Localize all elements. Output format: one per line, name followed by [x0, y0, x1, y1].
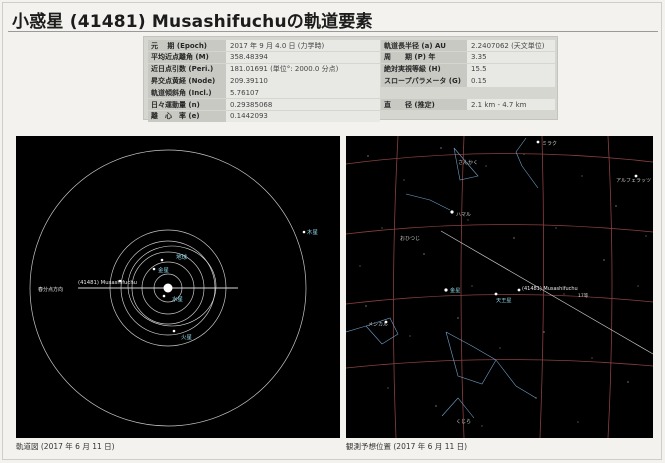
- star-hamal: [450, 210, 454, 214]
- uranus-marker: [494, 292, 498, 296]
- menkar-label: メンカル: [368, 322, 388, 328]
- element-value: 2.2407062 (天文単位): [467, 40, 555, 52]
- jupiter-label: 木星: [307, 228, 319, 236]
- element-value: 0.29385068: [226, 98, 380, 111]
- element-label: 離 心 率 (e): [148, 110, 226, 123]
- element-value: 2.1 km - 4.7 km: [467, 98, 555, 111]
- background-stars: [359, 147, 647, 427]
- element-value: 0.15: [467, 75, 555, 87]
- element-value: 181.01691 (単位°: 2000.0 分点): [226, 63, 380, 75]
- element-label: スロープパラメータ (G): [381, 75, 467, 87]
- constellation-lines: [346, 137, 539, 419]
- element-label: 昇交点黄経 (Node): [148, 75, 226, 87]
- element-label: 直 径 (推定): [381, 98, 467, 111]
- asteroid-marker: [517, 288, 521, 292]
- star-mirach: [536, 140, 540, 144]
- mirach-label: ミラク: [542, 141, 557, 147]
- element-row: 昇交点黄経 (Node) 209.39110: [148, 75, 380, 87]
- elements-right-column: 軌道長半径 (a) AU 2.2407062 (天文単位) 周 期 (P) 年 3.…: [381, 40, 555, 111]
- element-label: 軌道傾斜角 (Incl.): [148, 87, 226, 99]
- element-row: 近日点引数 (Peri.) 181.01691 (単位°: 2000.0 分点): [148, 63, 380, 75]
- venus-marker: [152, 267, 156, 271]
- asteroid-magnitude-label: 17等: [578, 292, 589, 299]
- earth-label: 地球: [176, 253, 188, 261]
- orbit-diagram: 木星 地球 金星 水星 火星 (41481) Musashifuchu 春分点方…: [29, 149, 319, 427]
- element-row: 絶対実視等級 (H) 15.5: [381, 63, 555, 75]
- element-row: 直 径 (推定) 2.1 km - 4.7 km: [381, 98, 555, 111]
- coordinate-grid: [346, 136, 653, 438]
- mercury-label: 水星: [172, 295, 184, 303]
- sky-chart: ミラク さんかく アルフェラッツ ハマル おひつじ メンカル くじら 金星 天王…: [346, 136, 653, 438]
- aries-label: おひつじ: [400, 235, 420, 242]
- cetus-label: くじら: [456, 419, 471, 425]
- orbit-diagram-panel: 木星 地球 金星 水星 火星 (41481) Musashifuchu 春分点方…: [16, 136, 340, 438]
- element-value: 209.39110: [226, 75, 380, 87]
- asteroid-label: (41481) Musashifuchu: [78, 280, 137, 286]
- element-label: 周 期 (P) 年: [381, 51, 467, 64]
- element-row: 元 期 (Epoch) 2017 年 9 月 4.0 日 (力学時): [148, 40, 380, 52]
- element-row: スロープパラメータ (G) 0.15: [381, 75, 555, 87]
- element-value: 0.1442093: [226, 110, 380, 123]
- sky-caption: 観測予想位置 (2017 年 6 月 11 日): [346, 442, 468, 451]
- element-value: 3.35: [467, 51, 555, 64]
- element-label: 平均近点離角 (M): [148, 51, 226, 64]
- element-label: 軌道長半径 (a) AU: [381, 40, 467, 52]
- named-stars: [384, 140, 638, 324]
- element-row: 離 心 率 (e) 0.1442093: [148, 110, 380, 123]
- element-label: 近日点引数 (Peri.): [148, 63, 226, 75]
- element-value: 358.48394: [226, 51, 380, 64]
- element-row: 軌道傾斜角 (Incl.) 5.76107: [148, 87, 380, 99]
- element-value: 15.5: [467, 63, 555, 75]
- mars-label: 火星: [181, 334, 193, 341]
- element-row: 周 期 (P) 年 3.35: [381, 51, 555, 64]
- asteroid-label: (41481) Musashifuchu: [522, 286, 578, 292]
- title-divider: [8, 31, 658, 32]
- uranus-label: 天王星: [496, 297, 512, 304]
- orbital-elements-table: 元 期 (Epoch) 2017 年 9 月 4.0 日 (力学時) 平均近点離角…: [143, 36, 558, 123]
- ecliptic-line: [440, 230, 653, 355]
- alpheratz-label: アルフェラッツ: [616, 178, 651, 184]
- sun-marker: [163, 283, 173, 293]
- venus-label: 金星: [158, 266, 170, 274]
- venus-marker: [444, 288, 448, 292]
- element-label: 元 期 (Epoch): [148, 40, 226, 52]
- star-alpheratz: [634, 174, 638, 178]
- element-value: 2017 年 9 月 4.0 日 (力学時): [226, 40, 380, 52]
- page-title: 小惑星 (41481) Musashifuchuの軌道要素: [12, 12, 373, 32]
- element-row: 軌道長半径 (a) AU 2.2407062 (天文単位): [381, 40, 555, 52]
- triangulum-label: さんかく: [458, 159, 478, 166]
- hamal-label: ハマル: [456, 212, 471, 218]
- element-value: 5.76107: [226, 87, 380, 99]
- orbit-caption: 軌道図 (2017 年 6 月 11 日): [16, 442, 115, 451]
- element-label: 絶対実視等級 (H): [381, 63, 467, 75]
- mars-marker: [172, 329, 176, 333]
- element-row: 平均近点離角 (M) 358.48394: [148, 51, 380, 64]
- element-label: 日々運動量 (n): [148, 98, 226, 111]
- jupiter-marker: [302, 230, 306, 234]
- mercury-marker: [162, 294, 166, 298]
- vernal-direction-label: 春分点方向: [38, 286, 63, 293]
- venus-label: 金星: [450, 286, 460, 294]
- earth-marker: [160, 258, 164, 262]
- elements-left-column: 元 期 (Epoch) 2017 年 9 月 4.0 日 (力学時) 平均近点離角…: [148, 40, 380, 123]
- sky-chart-panel: ミラク さんかく アルフェラッツ ハマル おひつじ メンカル くじら 金星 天王…: [346, 136, 653, 438]
- element-row: 日々運動量 (n) 0.29385068: [148, 98, 380, 111]
- element-spacer: [381, 87, 555, 99]
